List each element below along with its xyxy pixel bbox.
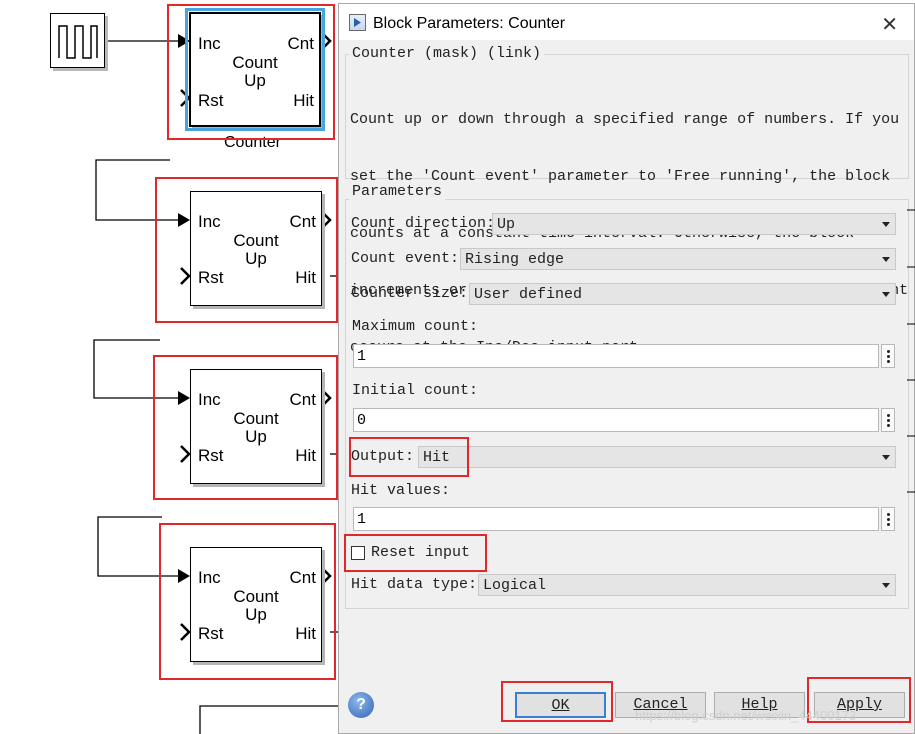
highlight-box [349, 437, 469, 477]
count-event-dropdown[interactable]: Rising edge [460, 248, 896, 270]
chevron-down-icon [882, 583, 890, 588]
counter-size-value: User defined [474, 286, 583, 303]
more-options-icon[interactable] [881, 408, 895, 432]
hit-values-label: Hit values: [351, 482, 451, 499]
output-dropdown[interactable]: Hit [418, 446, 896, 468]
hit-data-type-dropdown[interactable]: Logical [478, 574, 896, 596]
hit-data-type-label: Hit data type: [351, 576, 478, 593]
counter-size-dropdown[interactable]: User defined [469, 283, 896, 305]
watermark-text: https://blog.csdn.net/weixin_44400173 [635, 708, 857, 723]
maximum-count-value: 1 [357, 348, 367, 365]
initial-count-label: Initial count: [352, 382, 479, 399]
maximum-count-label: Maximum count: [352, 318, 479, 335]
chevron-down-icon [882, 257, 890, 262]
count-event-value: Rising edge [465, 251, 565, 268]
highlight-box [167, 4, 335, 140]
block-parameters-dialog: Block Parameters: Counter ✕ Counter (mas… [338, 3, 915, 734]
chevron-down-icon [882, 292, 890, 297]
initial-count-field[interactable]: 0 [353, 408, 879, 432]
maximum-count-field[interactable]: 1 [353, 344, 879, 368]
count-event-label: Count event: [351, 250, 460, 267]
count-direction-label: Count direction: [351, 215, 496, 232]
highlight-box [344, 534, 487, 572]
dialog-title: Block Parameters: Counter [373, 15, 566, 32]
edge-signal-lines [907, 209, 915, 493]
highlight-box [153, 355, 338, 500]
pulse-waveform-icon [58, 25, 98, 59]
highlight-box [155, 177, 338, 323]
count-direction-dropdown[interactable]: Up [492, 213, 896, 235]
highlight-box [501, 681, 613, 722]
mask-group-label: Counter (mask) (link) [349, 45, 545, 62]
chevron-down-icon [882, 455, 890, 460]
highlight-box [159, 523, 336, 680]
title-bar[interactable]: Block Parameters: Counter ✕ [339, 4, 914, 40]
hit-data-type-value: Logical [483, 577, 547, 594]
chevron-down-icon [882, 222, 890, 227]
parameters-group-label: Parameters [349, 183, 446, 200]
more-options-icon[interactable] [881, 507, 895, 531]
counter-size-label: Counter size: [351, 285, 469, 302]
hit-values-field[interactable]: 1 [353, 507, 879, 531]
initial-count-value: 0 [357, 412, 367, 429]
count-direction-value: Up [497, 216, 516, 233]
description-line: Count up or down through a specified ran… [350, 111, 900, 128]
more-options-icon[interactable] [881, 344, 895, 368]
pulse-generator-block[interactable] [50, 13, 105, 68]
close-icon[interactable]: ✕ [881, 12, 898, 37]
help-icon[interactable]: ? [348, 692, 374, 718]
hit-values-value: 1 [357, 511, 367, 528]
simulink-block-icon [349, 14, 366, 31]
